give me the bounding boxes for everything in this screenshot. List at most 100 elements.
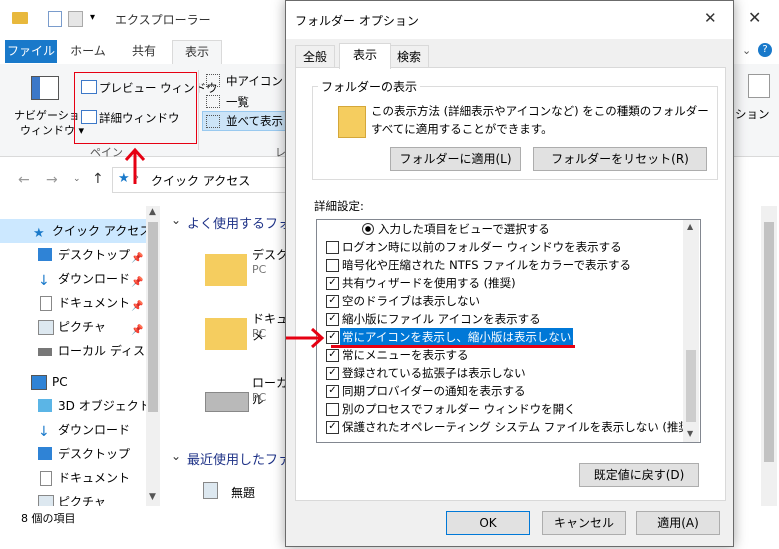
tab-view-selected[interactable]: 表示 — [339, 43, 391, 69]
qat-dropdown-icon[interactable]: ▾ — [90, 12, 95, 23]
checkbox-unchecked[interactable] — [326, 403, 339, 416]
content-scrollbar[interactable] — [761, 206, 777, 506]
tab-file[interactable]: ファイル — [5, 40, 57, 63]
recent-locations-icon[interactable]: ⌄ — [73, 174, 81, 184]
preview-pane-icon — [81, 80, 97, 94]
tab-home[interactable]: ホーム — [62, 40, 114, 63]
checkbox-checked[interactable]: ✓ — [326, 349, 339, 362]
tab-share[interactable]: 共有 — [118, 40, 170, 63]
pin-icon[interactable]: 📌 — [131, 319, 143, 339]
recent-chevron-icon[interactable]: ⌄ — [171, 449, 181, 463]
nav-quick-access[interactable]: ★ クイック アクセス — [0, 219, 148, 243]
nav-pc[interactable]: PC — [0, 370, 148, 394]
adv-row-10[interactable]: 別のプロセスでフォルダー ウィンドウを開く — [317, 400, 683, 418]
nav-pc-documents[interactable]: ドキュメント — [0, 466, 148, 490]
new-folder-icon[interactable] — [68, 11, 83, 27]
recent-heading[interactable]: 最近使用したファ — [187, 449, 291, 468]
scroll-up-icon[interactable]: ▲ — [687, 222, 693, 231]
adv-row-4[interactable]: ✓ 空のドライブは表示しない — [317, 292, 683, 310]
reset-folders-button[interactable]: フォルダーをリセット(R) — [533, 147, 707, 171]
checkbox-checked[interactable]: ✓ — [326, 367, 339, 380]
nav-pc-pictures[interactable]: ピクチャ — [0, 490, 148, 506]
tab-view[interactable]: 表示 — [172, 40, 222, 65]
adv-row-11[interactable]: ✓ 保護されたオペレーティング システム ファイルを表示しない (推奨) — [317, 418, 694, 436]
content-scroll-thumb[interactable] — [764, 222, 774, 462]
nav-scrollbar[interactable]: ▲ ▼ — [146, 206, 160, 506]
advanced-settings-label: 詳細設定: — [314, 199, 364, 213]
pin-icon[interactable]: 📌 — [131, 295, 143, 315]
nav-documents[interactable]: ドキュメント 📌 — [0, 291, 148, 315]
checkbox-checked[interactable]: ✓ — [326, 331, 339, 344]
adv-row-3[interactable]: ✓ 共有ウィザードを使用する (推奨) — [317, 274, 683, 292]
frequent-chevron-icon[interactable]: ⌄ — [171, 213, 181, 227]
checkbox-checked[interactable]: ✓ — [326, 295, 339, 308]
apply-to-folders-button[interactable]: フォルダーに適用(L) — [390, 147, 521, 171]
properties-icon[interactable] — [48, 11, 62, 27]
back-icon[interactable]: ← — [18, 172, 30, 188]
adv-row-0[interactable]: 入力した項目をビューで選択する — [317, 220, 683, 238]
folder-tile-2[interactable]: ドキュメ PC — [205, 310, 295, 360]
folder-tile-3[interactable]: ローカル PC — [205, 374, 295, 424]
folder-tile-1[interactable]: デスク PC — [205, 246, 295, 296]
radio-selected-icon[interactable] — [362, 223, 374, 235]
scroll-down-icon[interactable]: ▼ — [149, 492, 156, 502]
advanced-scroll-thumb[interactable] — [686, 350, 696, 422]
checkbox-checked[interactable]: ✓ — [326, 277, 339, 290]
restore-defaults-button[interactable]: 既定値に戻す(D) — [579, 463, 699, 487]
checkbox-unchecked[interactable] — [326, 259, 339, 272]
list-option[interactable]: 一覧 — [226, 94, 249, 110]
forward-icon[interactable]: → — [46, 172, 58, 188]
adv-row-8[interactable]: ✓ 登録されている拡張子は表示しない — [317, 364, 683, 382]
pin-icon[interactable]: 📌 — [131, 271, 143, 291]
help-icon[interactable]: ? — [758, 43, 772, 57]
pane-group-label: ペイン — [90, 146, 123, 159]
checkbox-checked[interactable]: ✓ — [326, 421, 339, 434]
ribbon-expand-icon[interactable]: ⌄ — [742, 44, 751, 57]
checkbox-checked[interactable]: ✓ — [326, 313, 339, 326]
details-pane-button[interactable]: 詳細ウィンドウ — [99, 110, 180, 126]
adv-row-2[interactable]: 暗号化や圧縮された NTFS ファイルをカラーで表示する — [317, 256, 683, 274]
checkbox-unchecked[interactable] — [326, 241, 339, 254]
nav-desktop[interactable]: デスクトップ 📌 — [0, 243, 148, 267]
nav-downloads[interactable]: ↓ ダウンロード 📌 — [0, 267, 148, 291]
explorer-close-icon[interactable]: ✕ — [748, 8, 761, 27]
medium-icons-option[interactable]: 中アイコン — [226, 73, 283, 89]
adv-row-9[interactable]: ✓ 同期プロバイダーの通知を表示する — [317, 382, 683, 400]
adv-row-7[interactable]: ✓ 常にメニューを表示する — [317, 346, 683, 364]
nav-local-disk[interactable]: ローカル ディスク (C — [0, 339, 148, 363]
tab-general[interactable]: 全般 — [295, 45, 335, 68]
scroll-thumb[interactable] — [148, 222, 158, 412]
checkbox-checked[interactable]: ✓ — [326, 385, 339, 398]
advanced-settings-list[interactable]: 入力した項目をビューで選択する ログオン時に以前のフォルダー ウィンドウを表示す… — [316, 219, 701, 443]
dialog-close-icon[interactable]: ✕ — [704, 9, 717, 27]
nav-pc-desktop[interactable]: デスクトップ — [0, 442, 148, 466]
pictures-icon — [38, 495, 54, 506]
folder-grid-icon — [338, 106, 366, 138]
folder-view-title: フォルダーの表示 — [318, 78, 421, 95]
navigation-pane-icon[interactable] — [31, 76, 59, 100]
adv-row-5[interactable]: ✓ 縮小版にファイル アイコンを表示する — [317, 310, 683, 328]
options-icon[interactable] — [748, 74, 770, 98]
adv-row-6-highlighted[interactable]: ✓ 常にアイコンを表示し、縮小版は表示しない — [317, 328, 683, 346]
recent-file-1[interactable]: 無題 — [231, 484, 255, 501]
explorer-title: エクスプローラー — [115, 13, 211, 27]
scroll-up-icon[interactable]: ▲ — [149, 207, 156, 217]
ok-button[interactable]: OK — [446, 511, 530, 535]
nav-pictures[interactable]: ピクチャ 📌 — [0, 315, 148, 339]
tab-search[interactable]: 検索 — [389, 45, 429, 68]
tiles-option[interactable]: 並べて表示 — [226, 113, 283, 129]
pin-icon[interactable]: 📌 — [131, 247, 143, 267]
scroll-down-icon[interactable]: ▼ — [687, 429, 693, 438]
preview-pane-button[interactable]: プレビュー ウィンドウ — [99, 80, 218, 96]
nav-pc-downloads[interactable]: ↓ ダウンロード — [0, 418, 148, 442]
adv-row-1[interactable]: ログオン時に以前のフォルダー ウィンドウを表示する — [317, 238, 683, 256]
options-label[interactable]: ション — [735, 106, 770, 122]
annotation-arrow-right — [286, 327, 325, 349]
dialog-title: フォルダー オプション — [295, 14, 419, 28]
apply-button[interactable]: 適用(A) — [636, 511, 720, 535]
cancel-button[interactable]: キャンセル — [542, 511, 626, 535]
up-icon[interactable]: ↑ — [92, 171, 104, 187]
nav-3d-objects[interactable]: 3D オブジェクト — [0, 394, 148, 418]
advanced-list-scrollbar[interactable]: ▲ ▼ — [683, 220, 699, 442]
document-icon — [40, 471, 52, 486]
